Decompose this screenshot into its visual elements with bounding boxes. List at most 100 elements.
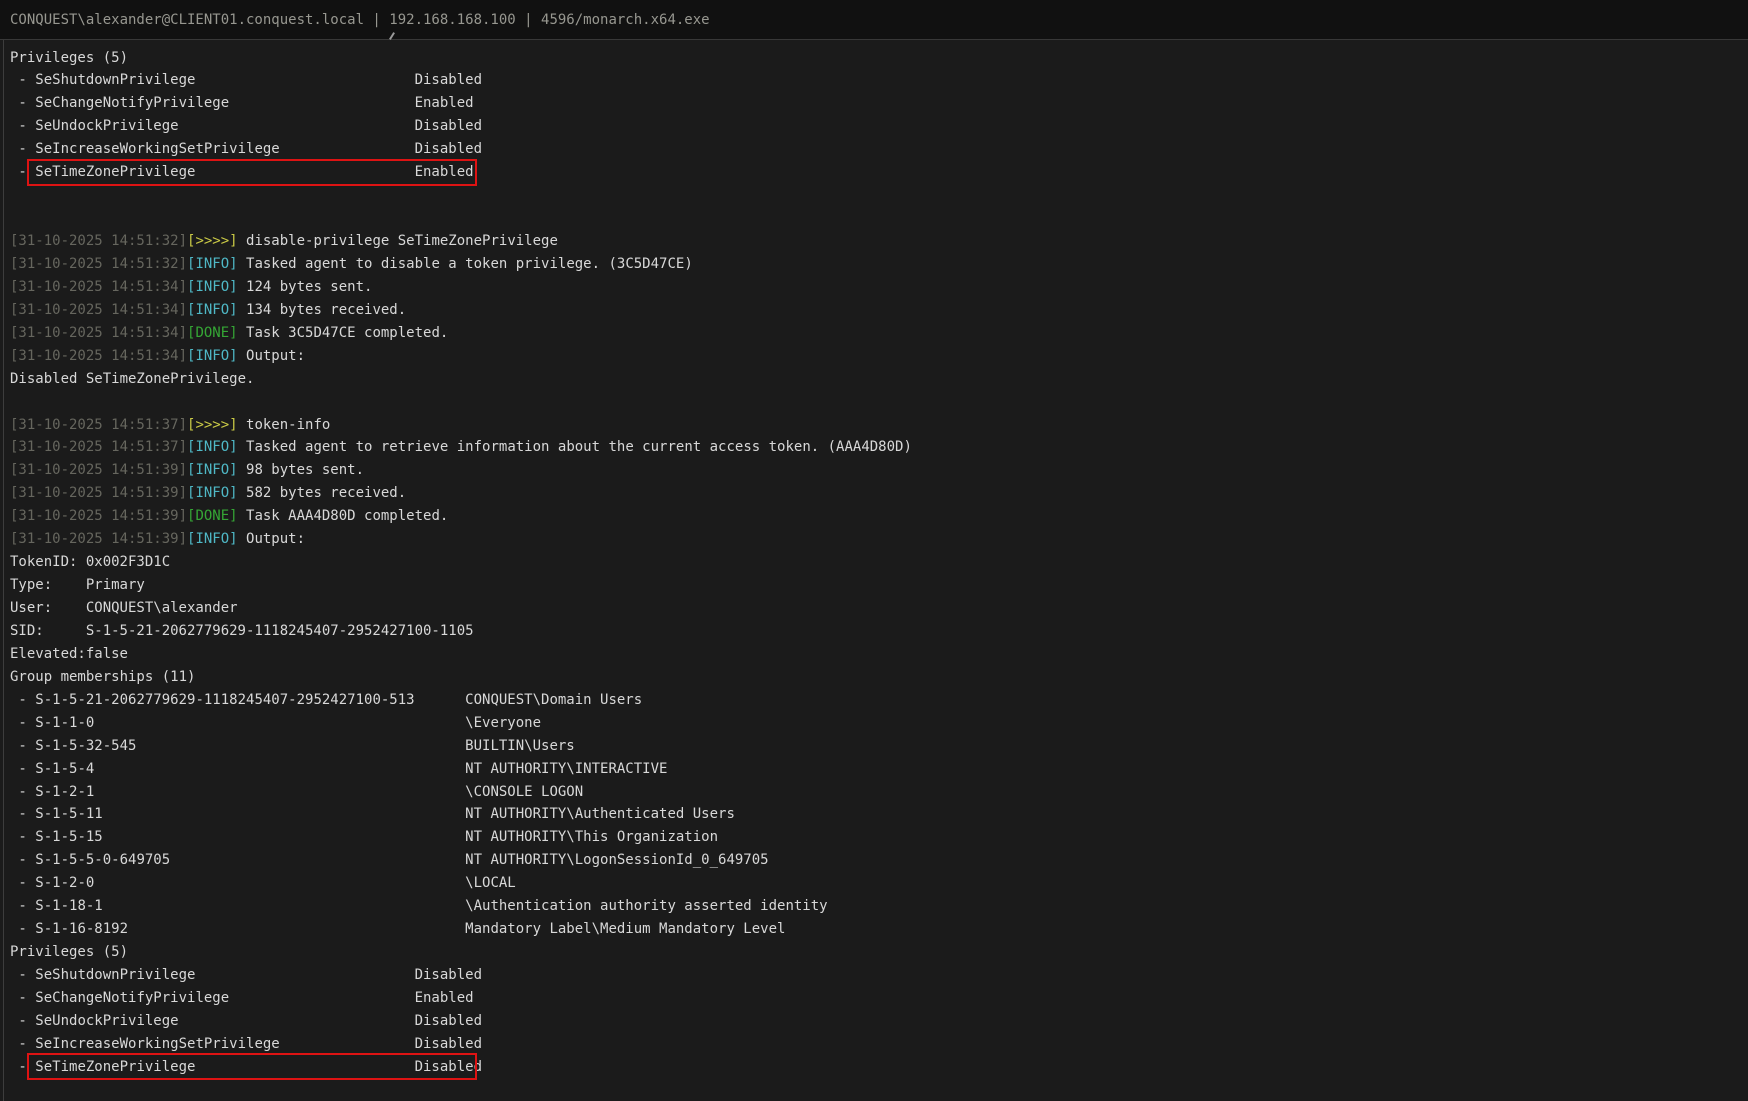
terminal-line: [31-10-2025 14:51:34][DONE] Task 3C5D47C… [10, 322, 1748, 345]
terminal-line: - SeUndockPrivilegeDisabled [10, 1010, 1748, 1033]
log-message: disable-privilege SeTimeZonePrivilege [238, 233, 558, 249]
timestamp: [31-10-2025 14:51:39] [10, 485, 187, 501]
privilege-status: Enabled [415, 164, 474, 180]
list-dash: - [10, 990, 35, 1006]
log-message: 98 bytes sent. [238, 462, 364, 478]
terminal-line: - SeIncreaseWorkingSetPrivilegeDisabled [10, 1033, 1748, 1056]
terminal-line: - S-1-5-32-545BUILTIN\Users [10, 735, 1748, 758]
token-field-label: Elevated: [10, 643, 86, 666]
token-field-label: TokenID: [10, 551, 86, 574]
terminal-line: [31-10-2025 14:51:39][INFO] Output: [10, 528, 1748, 551]
terminal-line: - S-1-5-15NT AUTHORITY\This Organization [10, 826, 1748, 849]
timestamp: [31-10-2025 14:51:39] [10, 462, 187, 478]
group-sid: S-1-2-1 [35, 781, 465, 804]
log-message: Output: [238, 531, 305, 547]
terminal-line: - S-1-2-0\LOCAL [10, 872, 1748, 895]
privilege-status: Disabled [415, 141, 482, 157]
timestamp: [31-10-2025 14:51:32] [10, 233, 187, 249]
list-dash: - [10, 1036, 35, 1052]
terminal-output[interactable]: Privileges (5) - SeShutdownPrivilegeDisa… [3, 40, 1748, 1101]
group-name: CONQUEST\Domain Users [465, 692, 642, 708]
list-dash: - [10, 898, 35, 914]
terminal-line: - SeShutdownPrivilegeDisabled [10, 964, 1748, 987]
terminal-line: [31-10-2025 14:51:34][INFO] 124 bytes se… [10, 276, 1748, 299]
group-sid: S-1-5-11 [35, 803, 465, 826]
privilege-name: SeUndockPrivilege [35, 115, 414, 138]
group-sid: S-1-1-0 [35, 712, 465, 735]
terminal-line: - S-1-16-8192Mandatory Label\Medium Mand… [10, 918, 1748, 941]
group-name: \Everyone [465, 715, 541, 731]
timestamp: [31-10-2025 14:51:34] [10, 325, 187, 341]
terminal-line: [31-10-2025 14:51:39][DONE] Task AAA4D80… [10, 505, 1748, 528]
list-dash: - [10, 1013, 35, 1029]
privilege-status: Disabled [415, 118, 482, 134]
log-message: Tasked agent to disable a token privileg… [238, 256, 693, 272]
group-name: \LOCAL [465, 875, 516, 891]
group-name: BUILTIN\Users [465, 738, 575, 754]
privilege-name: SeTimeZonePrivilege [35, 1056, 414, 1079]
group-sid: S-1-2-0 [35, 872, 465, 895]
terminal-line: [31-10-2025 14:51:39][INFO] 582 bytes re… [10, 482, 1748, 505]
list-dash: - [10, 72, 35, 88]
group-sid: S-1-5-21-2062779629-1118245407-295242710… [35, 689, 465, 712]
log-tag: [INFO] [187, 256, 238, 272]
terminal-line: Privileges (5) [10, 47, 1748, 70]
section-header: Privileges (5) [10, 944, 128, 960]
group-sid: S-1-5-15 [35, 826, 465, 849]
token-field-label: User: [10, 597, 86, 620]
group-sid: S-1-5-32-545 [35, 735, 465, 758]
privilege-status: Disabled [415, 72, 482, 88]
terminal-line: - S-1-1-0\Everyone [10, 712, 1748, 735]
timestamp: [31-10-2025 14:51:37] [10, 417, 187, 433]
terminal-line: [31-10-2025 14:51:37][>>>>] token-info [10, 414, 1748, 437]
group-name: \Authentication authority asserted ident… [465, 898, 827, 914]
group-name: NT AUTHORITY\INTERACTIVE [465, 761, 667, 777]
terminal-line: - SeUndockPrivilegeDisabled [10, 115, 1748, 138]
terminal-line [10, 391, 1748, 414]
list-dash: - [10, 806, 35, 822]
timestamp: [31-10-2025 14:51:39] [10, 508, 187, 524]
terminal-line: - S-1-5-4NT AUTHORITY\INTERACTIVE [10, 758, 1748, 781]
section-header: Group memberships (11) [10, 669, 195, 685]
terminal-line: - SeShutdownPrivilegeDisabled [10, 69, 1748, 92]
privilege-status: Disabled [415, 967, 482, 983]
terminal-line: - S-1-18-1\Authentication authority asse… [10, 895, 1748, 918]
output-text: Disabled SeTimeZonePrivilege. [10, 371, 254, 387]
log-message: 582 bytes received. [238, 485, 407, 501]
timestamp: [31-10-2025 14:51:39] [10, 531, 187, 547]
timestamp: [31-10-2025 14:51:32] [10, 256, 187, 272]
timestamp: [31-10-2025 14:51:34] [10, 302, 187, 318]
list-dash: - [10, 967, 35, 983]
terminal-line: Disabled SeTimeZonePrivilege. [10, 368, 1748, 391]
log-message: Output: [238, 348, 305, 364]
terminal-line: [31-10-2025 14:51:37][INFO] Tasked agent… [10, 436, 1748, 459]
group-name: NT AUTHORITY\Authenticated Users [465, 806, 735, 822]
log-tag: [>>>>] [187, 233, 238, 249]
log-message: 134 bytes received. [238, 302, 407, 318]
terminal-line: [31-10-2025 14:51:39][INFO] 98 bytes sen… [10, 459, 1748, 482]
terminal-line: Group memberships (11) [10, 666, 1748, 689]
privilege-status: Disabled [415, 1059, 482, 1075]
group-sid: S-1-18-1 [35, 895, 465, 918]
privilege-status: Enabled [415, 990, 474, 1006]
log-message: token-info [238, 417, 331, 433]
privilege-name: SeTimeZonePrivilege [35, 161, 414, 184]
token-field-value: 0x002F3D1C [86, 554, 170, 570]
group-sid: S-1-5-5-0-649705 [35, 849, 465, 872]
list-dash: - [10, 784, 35, 800]
terminal-line: [31-10-2025 14:51:32][>>>>] disable-priv… [10, 230, 1748, 253]
timestamp: [31-10-2025 14:51:34] [10, 279, 187, 295]
group-name: NT AUTHORITY\This Organization [465, 829, 718, 845]
terminal-line: - SeIncreaseWorkingSetPrivilegeDisabled [10, 138, 1748, 161]
log-message: 124 bytes sent. [238, 279, 373, 295]
group-sid: S-1-5-4 [35, 758, 465, 781]
log-tag: [>>>>] [187, 417, 238, 433]
token-field-label: SID: [10, 620, 86, 643]
privilege-status: Disabled [415, 1013, 482, 1029]
terminal-line: User:CONQUEST\alexander [10, 597, 1748, 620]
terminal-line: Privileges (5) [10, 941, 1748, 964]
status-bar: CONQUEST\alexander@CLIENT01.conquest.loc… [0, 0, 1748, 40]
terminal-line: - S-1-2-1\CONSOLE LOGON [10, 781, 1748, 804]
privilege-name: SeIncreaseWorkingSetPrivilege [35, 1033, 414, 1056]
log-tag: [INFO] [187, 439, 238, 455]
